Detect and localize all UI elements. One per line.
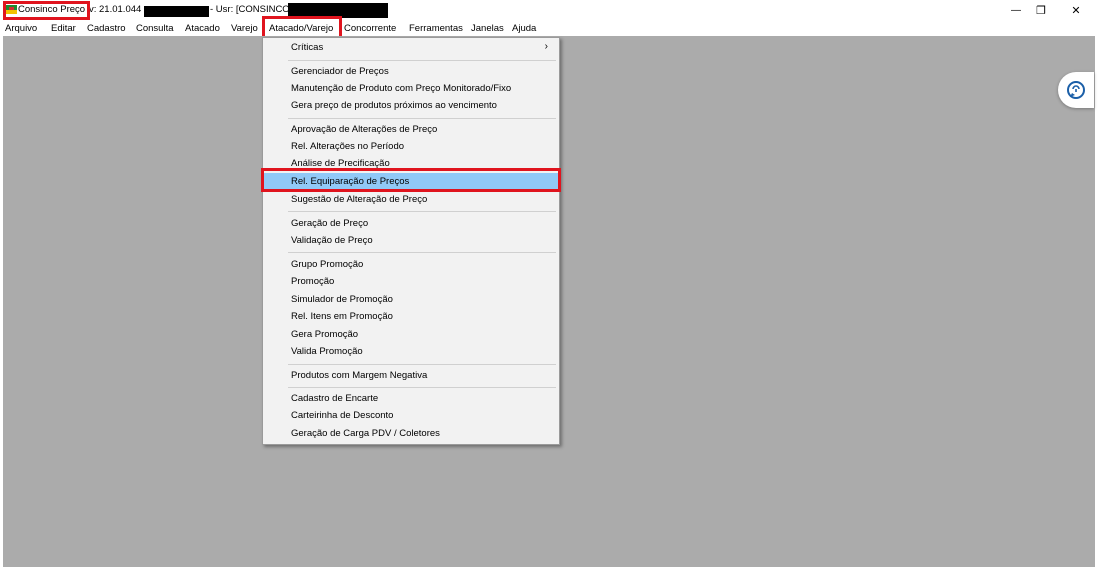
menu-bar: Arquivo Editar Cadastro Consulta Atacado… — [0, 21, 1098, 36]
close-icon: ✕ — [1071, 4, 1081, 17]
menu-separator — [288, 118, 556, 119]
maximize-button[interactable]: ❐ — [1025, 0, 1057, 20]
submenu-arrow-icon: › — [544, 41, 548, 52]
window-title-user: - Usr: [CONSINCO] - — [210, 4, 299, 15]
menu-item-cadastro-encarte[interactable]: Cadastro de Encarte — [264, 390, 558, 407]
chat-assistant-button[interactable] — [1058, 72, 1094, 108]
menu-concorrente[interactable]: Concorrente — [344, 23, 396, 34]
menu-item-geracao-preco[interactable]: Geração de Preço — [264, 215, 558, 232]
redacted-block — [288, 3, 388, 18]
menu-item-validacao-preco[interactable]: Validação de Preço — [264, 232, 558, 249]
menu-separator — [288, 60, 556, 61]
menu-item-margem-negativa[interactable]: Produtos com Margem Negativa — [264, 367, 558, 384]
menu-item-aprovacao-alteracoes[interactable]: Aprovação de Alterações de Preço — [264, 121, 558, 138]
menu-item-rel-itens-promocao[interactable]: Rel. Itens em Promoção — [264, 308, 558, 325]
menu-item-valida-promocao[interactable]: Valida Promoção — [264, 343, 558, 360]
menu-item-gera-promocao[interactable]: Gera Promoção — [264, 326, 558, 343]
window-title-version: v: 21.01.044 — [89, 4, 142, 15]
menu-separator — [288, 211, 556, 212]
menu-atacado[interactable]: Atacado — [185, 23, 220, 34]
menu-item-geracao-carga-pdv[interactable]: Geração de Carga PDV / Coletores — [264, 425, 558, 442]
menu-varejo[interactable]: Varejo — [231, 23, 258, 34]
menu-item-simulador-promocao[interactable]: Simulador de Promoção — [264, 291, 558, 308]
menu-atacado-varejo[interactable]: Atacado/Varejo — [269, 23, 333, 34]
menu-ajuda[interactable]: Ajuda — [512, 23, 536, 34]
menu-ferramentas[interactable]: Ferramentas — [409, 23, 463, 34]
menu-item-rel-equiparacao-precos[interactable]: Rel. Equiparação de Preços — [264, 173, 558, 190]
menu-separator — [288, 364, 556, 365]
app-logo-icon — [6, 5, 17, 14]
menu-janelas[interactable]: Janelas — [471, 23, 504, 34]
menu-arquivo[interactable]: Arquivo — [5, 23, 37, 34]
menu-item-carteirinha-desconto[interactable]: Carteirinha de Desconto — [264, 407, 558, 424]
menu-item-promocao[interactable]: Promoção — [264, 273, 558, 290]
menu-consulta[interactable]: Consulta — [136, 23, 174, 34]
title-bar: Consinco Preço v: 21.01.044 - Usr: [CONS… — [0, 0, 1098, 20]
menu-item-rel-alteracoes-periodo[interactable]: Rel. Alterações no Período — [264, 138, 558, 155]
menu-item-gera-preco-vencimento[interactable]: Gera preço de produtos próximos ao venci… — [264, 97, 558, 114]
menu-item-gerenciador-precos[interactable]: Gerenciador de Preços — [264, 63, 558, 80]
menu-item-sugestao-alteracao[interactable]: Sugestão de Alteração de Preço — [264, 191, 558, 208]
menu-editar[interactable]: Editar — [51, 23, 76, 34]
atacado-varejo-dropdown: Críticas › Gerenciador de Preços Manuten… — [262, 37, 560, 445]
menu-item-analise-precificacao[interactable]: Análise de Precificação — [264, 155, 558, 172]
restore-icon: ❐ — [1036, 4, 1046, 17]
menu-item-criticas[interactable]: Críticas › — [264, 39, 558, 56]
redacted-block — [144, 6, 209, 17]
menu-cadastro[interactable]: Cadastro — [87, 23, 126, 34]
menu-separator — [288, 252, 556, 253]
menu-item-grupo-promocao[interactable]: Grupo Promoção — [264, 256, 558, 273]
menu-separator — [288, 387, 556, 388]
minimize-icon: — — [1011, 4, 1021, 16]
chat-assistant-icon — [1067, 81, 1085, 99]
window-title-app: Consinco Preço — [18, 4, 86, 15]
menu-item-manutencao-produto[interactable]: Manutenção de Produto com Preço Monitora… — [264, 80, 558, 97]
close-button[interactable]: ✕ — [1060, 0, 1092, 20]
